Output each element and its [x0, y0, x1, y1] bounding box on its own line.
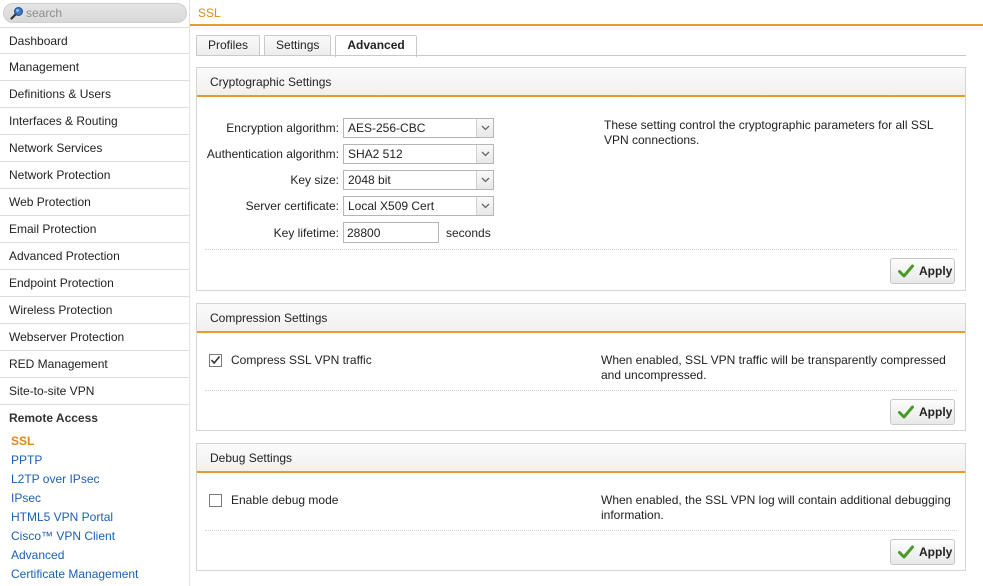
lifetime-label: Key lifetime: — [273, 225, 339, 240]
debug-footer-divider — [205, 530, 957, 531]
debug-apply-label: Apply — [919, 545, 953, 559]
checkmark-icon — [210, 355, 221, 365]
search-icon — [10, 6, 24, 20]
compress-checkbox[interactable] — [209, 353, 222, 367]
sidebar-item-network-services[interactable]: Network Services — [0, 135, 189, 162]
sidebar-item-email-protection[interactable]: Email Protection — [0, 216, 189, 243]
check-icon — [898, 264, 914, 278]
sidebar-item-site-to-site-vpn[interactable]: Site-to-site VPN — [0, 378, 189, 405]
remote-access-subnav: SSL PPTP L2TP over IPsec IPsec HTML5 VPN… — [0, 432, 189, 584]
sidebar-item-definitions-users[interactable]: Definitions & Users — [0, 81, 189, 108]
sidebar-item-interfaces-routing[interactable]: Interfaces & Routing — [0, 108, 189, 135]
keysize-row: Key size: 2048 bit — [201, 170, 494, 190]
sidebar-item-web-protection[interactable]: Web Protection — [0, 189, 189, 216]
sidebar-item-management[interactable]: Management — [0, 54, 189, 81]
encryption-value: AES-256-CBC — [348, 121, 426, 135]
sidebar-item-advanced-protection[interactable]: Advanced Protection — [0, 243, 189, 270]
cert-label: Server certificate: — [245, 199, 339, 213]
encryption-label: Encryption algorithm: — [226, 121, 339, 135]
keysize-select[interactable]: 2048 bit — [343, 170, 494, 190]
sidebar-item-red-management[interactable]: RED Management — [0, 351, 189, 378]
sidebar-item-wireless-protection[interactable]: Wireless Protection — [0, 297, 189, 324]
subnav-item-advanced[interactable]: Advanced — [0, 546, 189, 565]
lifetime-row: Key lifetime: seconds — [201, 222, 491, 243]
keysize-value: 2048 bit — [348, 173, 391, 187]
chevron-down-icon[interactable] — [476, 145, 493, 163]
auth-row: Authentication algorithm: SHA2 512 — [201, 144, 494, 164]
cert-value: Local X509 Cert — [348, 199, 435, 213]
encryption-row: Encryption algorithm: AES-256-CBC — [201, 118, 494, 138]
compression-settings-body: Compress SSL VPN traffic When enabled, S… — [197, 333, 965, 430]
auth-value: SHA2 512 — [348, 147, 403, 161]
tab-settings[interactable]: Settings — [264, 35, 332, 56]
crypto-settings-body: Encryption algorithm: AES-256-CBC Authen… — [197, 97, 965, 290]
compression-settings-title: Compression Settings — [197, 304, 965, 333]
compression-footer-divider — [205, 390, 957, 391]
debug-help-text: When enabled, the SSL VPN log will conta… — [601, 493, 951, 522]
crypto-settings-title: Cryptographic Settings — [197, 68, 965, 97]
debug-settings-title: Debug Settings — [197, 444, 965, 473]
crypto-settings-panel: Cryptographic Settings Encryption algori… — [196, 67, 966, 291]
debug-checkbox[interactable] — [209, 493, 222, 507]
chevron-down-icon[interactable] — [476, 197, 493, 215]
compression-apply-label: Apply — [919, 405, 953, 419]
check-icon — [898, 405, 914, 419]
compression-apply-button[interactable]: Apply — [890, 399, 955, 425]
subnav-item-certificate-management[interactable]: Certificate Management — [0, 565, 189, 584]
sidebar-item-network-protection[interactable]: Network Protection — [0, 162, 189, 189]
search-container — [0, 0, 189, 27]
auth-label: Authentication algorithm: — [206, 147, 339, 161]
main-nav: Dashboard Management Definitions & Users… — [0, 27, 189, 405]
debug-row: Enable debug mode — [209, 493, 338, 507]
search-input[interactable] — [26, 6, 176, 20]
tab-advanced[interactable]: Advanced — [335, 35, 417, 57]
sidebar-item-dashboard[interactable]: Dashboard — [0, 27, 189, 54]
sidebar-item-endpoint-protection[interactable]: Endpoint Protection — [0, 270, 189, 297]
crypto-footer-divider — [205, 249, 957, 250]
subnav-item-cisco-vpn-client[interactable]: Cisco™ VPN Client — [0, 527, 189, 546]
encryption-select[interactable]: AES-256-CBC — [343, 118, 494, 138]
sidebar-section-remote-access[interactable]: Remote Access — [0, 405, 189, 432]
page-title: SSL — [198, 6, 221, 20]
tab-bar: Profiles Settings Advanced — [196, 35, 421, 57]
chevron-down-icon[interactable] — [476, 171, 493, 189]
subnav-item-ipsec[interactable]: IPsec — [0, 489, 189, 508]
crypto-apply-button[interactable]: Apply — [890, 258, 955, 284]
lifetime-unit: seconds — [446, 225, 491, 240]
compression-help-text: When enabled, SSL VPN traffic will be tr… — [601, 353, 946, 382]
tab-divider — [196, 55, 966, 56]
debug-settings-body: Enable debug mode When enabled, the SSL … — [197, 473, 965, 570]
cert-select[interactable]: Local X509 Cert — [343, 196, 494, 216]
compression-settings-panel: Compression Settings Compress SSL VPN tr… — [196, 303, 966, 431]
sidebar: Dashboard Management Definitions & Users… — [0, 0, 190, 586]
page-header: SSL — [190, 0, 983, 26]
subnav-item-html5-vpn-portal[interactable]: HTML5 VPN Portal — [0, 508, 189, 527]
compress-label[interactable]: Compress SSL VPN traffic — [231, 353, 372, 367]
lifetime-input[interactable] — [343, 222, 439, 243]
tab-profiles[interactable]: Profiles — [196, 35, 261, 56]
crypto-apply-label: Apply — [919, 264, 953, 278]
debug-label[interactable]: Enable debug mode — [231, 493, 338, 507]
chevron-down-icon[interactable] — [476, 119, 493, 137]
sidebar-item-webserver-protection[interactable]: Webserver Protection — [0, 324, 189, 351]
compress-row: Compress SSL VPN traffic — [209, 353, 372, 367]
auth-select[interactable]: SHA2 512 — [343, 144, 494, 164]
subnav-item-pptp[interactable]: PPTP — [0, 451, 189, 470]
subnav-item-l2tp-over-ipsec[interactable]: L2TP over IPsec — [0, 470, 189, 489]
check-icon — [898, 545, 914, 559]
debug-settings-panel: Debug Settings Enable debug mode When en… — [196, 443, 966, 571]
search-box[interactable] — [3, 3, 187, 23]
keysize-label: Key size: — [290, 173, 339, 187]
cert-row: Server certificate: Local X509 Cert — [201, 196, 494, 216]
subnav-item-ssl[interactable]: SSL — [0, 432, 189, 451]
debug-apply-button[interactable]: Apply — [890, 539, 955, 565]
crypto-help-text: These setting control the cryptographic … — [604, 118, 934, 147]
